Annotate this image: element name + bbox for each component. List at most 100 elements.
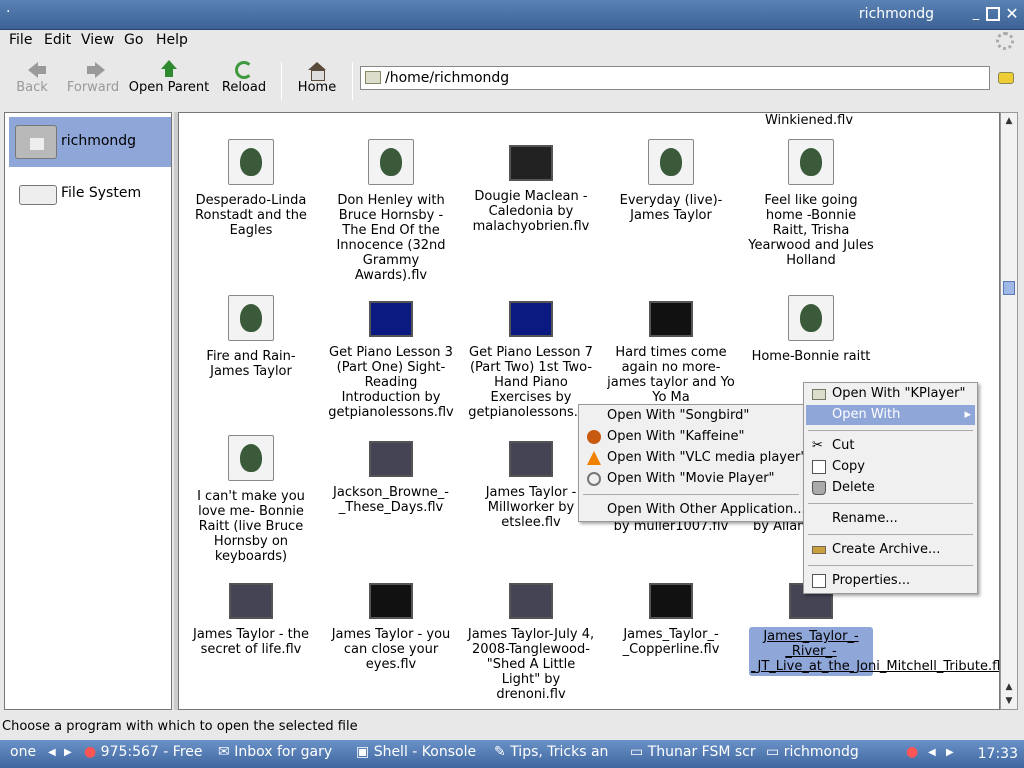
file-item[interactable]: James Taylor - the secret of life.flv: [187, 577, 315, 657]
taskbar-item-label: richmondg: [783, 744, 859, 760]
open-parent-button[interactable]: Open Parent: [128, 60, 210, 95]
status-text: Choose a program with which to open the …: [2, 719, 358, 734]
reload-button[interactable]: Reload: [220, 60, 268, 95]
taskbar-item[interactable]: ● 975:567 - Free: [84, 744, 203, 764]
menu-item-other-application[interactable]: Open With Other Application...: [581, 500, 806, 520]
menu-item-movie-player[interactable]: Open With "Movie Player": [581, 469, 801, 489]
sidebar-item-filesystem[interactable]: File System: [9, 169, 171, 219]
file-item-partial[interactable]: Winkiened.flv: [745, 113, 873, 128]
menu-item-label: Cut: [832, 438, 855, 453]
menu-item-properties[interactable]: Properties...: [806, 571, 975, 591]
mail-icon: ✉: [218, 744, 230, 760]
kaffeine-icon: [587, 430, 601, 444]
menu-item-cut[interactable]: ✂ Cut: [806, 436, 975, 456]
file-item[interactable]: I can't make you love me- Bonnie Raitt (…: [187, 435, 315, 564]
terminal-icon: ▣: [356, 744, 370, 760]
menu-item-copy[interactable]: Copy: [806, 457, 975, 477]
taskbar-item[interactable]: ▣ Shell - Konsole: [356, 744, 476, 764]
file-name: Home-Bonnie raitt: [751, 349, 871, 364]
file-item[interactable]: Home-Bonnie raitt: [747, 295, 875, 364]
file-item[interactable]: Get Piano Lesson 7 (Part Two) 1st Two-Ha…: [467, 295, 595, 420]
file-item[interactable]: James Taylor - you can close your eyes.f…: [327, 577, 455, 672]
clock[interactable]: 17:33: [978, 746, 1018, 762]
menu-item-label: Open With "VLC media player": [607, 450, 807, 465]
tray-app-icon[interactable]: ●: [906, 744, 918, 764]
file-item[interactable]: Jackson_Browne_-_These_Days.flv: [327, 435, 455, 515]
sidebar-item-home[interactable]: richmondg: [9, 117, 171, 167]
menu-separator: [583, 494, 799, 495]
file-name: Jackson_Browne_-_These_Days.flv: [333, 485, 449, 515]
file-name: Feel like going home -Bonnie Raitt, Tris…: [748, 193, 874, 268]
file-name: Get Piano Lesson 3 (Part One) Sight-Read…: [328, 345, 454, 420]
status-bar: Choose a program with which to open the …: [0, 716, 1024, 738]
file-name: James Taylor - Millworker by etslee.flv: [485, 485, 577, 530]
gnome-foot-icon: [228, 435, 274, 481]
pager-prev-icon[interactable]: ◀: [48, 747, 56, 767]
file-name: Fire and Rain-James Taylor: [206, 349, 296, 379]
menu-view[interactable]: View: [81, 32, 114, 48]
vertical-scrollbar[interactable]: ▲ ▲ ▼: [1000, 112, 1018, 710]
taskbar-item-label: 975:567 - Free: [100, 744, 203, 760]
menu-item-label: Open With "Movie Player": [607, 471, 775, 486]
menu-item-delete[interactable]: Delete: [806, 478, 975, 498]
file-item[interactable]: Everyday (live)-James Taylor: [607, 139, 735, 223]
file-name: James Taylor - you can close your eyes.f…: [331, 627, 451, 672]
open-with-submenu: Open With "Songbird" Open With "Kaffeine…: [578, 404, 806, 522]
menu-edit[interactable]: Edit: [44, 32, 71, 48]
menu-item-label: Open With: [832, 407, 901, 422]
menu-item-kaffeine[interactable]: Open With "Kaffeine": [581, 427, 801, 447]
file-name: James Taylor-July 4, 2008-Tanglewood-"Sh…: [467, 627, 595, 702]
folder-icon: [365, 71, 381, 84]
go-location-icon[interactable]: [998, 72, 1014, 84]
file-item[interactable]: Don Henley with Bruce Hornsby - The End …: [327, 139, 455, 283]
menu-item-vlc[interactable]: Open With "VLC media player": [581, 448, 806, 468]
menu-help[interactable]: Help: [156, 32, 188, 48]
maximize-icon[interactable]: [986, 7, 1000, 21]
window-titlebar[interactable]: · richmondg _ ✕: [0, 0, 1024, 30]
taskbar-item-label: Thunar FSM scr: [647, 744, 756, 760]
vlc-cone-icon: [587, 451, 601, 465]
menu-item-songbird[interactable]: Open With "Songbird": [581, 406, 801, 426]
file-item[interactable]: James_Taylor_-_Copperline.flv: [607, 577, 735, 657]
menu-file[interactable]: File: [9, 32, 32, 48]
file-item[interactable]: James Taylor-July 4, 2008-Tanglewood-"Sh…: [467, 577, 595, 702]
taskbar: one ◀ ▶ ● 975:567 - Free ✉ Inbox for gar…: [0, 740, 1024, 768]
file-item[interactable]: Dougie Maclean - Caledonia by malachyobr…: [467, 139, 595, 234]
scroll-up-icon[interactable]: ▲: [1003, 115, 1015, 127]
file-item[interactable]: Desperado-Linda Ronstadt and the Eagles: [187, 139, 315, 238]
forward-button[interactable]: Forward: [66, 60, 120, 95]
menu-item-rename[interactable]: Rename...: [806, 509, 975, 529]
location-input[interactable]: /home/richmondg: [360, 66, 990, 90]
file-item[interactable]: James Taylor - Millworker by etslee.flv: [467, 435, 595, 530]
taskbar-item[interactable]: ✉ Inbox for gary: [218, 744, 332, 764]
pager-next-icon[interactable]: ▶: [64, 747, 72, 767]
open-parent-label: Open Parent: [128, 80, 210, 95]
file-name: Hard times come again no more-james tayl…: [607, 345, 735, 405]
scrollbar-thumb[interactable]: [1003, 281, 1015, 295]
movie-player-icon: [587, 472, 601, 486]
home-button[interactable]: Home: [296, 60, 338, 95]
menu-separator: [808, 430, 973, 431]
menu-item-open-with[interactable]: Open With ▸: [806, 405, 975, 425]
tray-prev-icon[interactable]: ◀: [928, 747, 936, 767]
menu-go[interactable]: Go: [124, 32, 143, 48]
close-icon[interactable]: ✕: [1004, 6, 1020, 22]
scroll-down-icon[interactable]: ▼: [1003, 695, 1015, 707]
file-item[interactable]: Get Piano Lesson 3 (Part One) Sight-Read…: [327, 295, 455, 420]
taskbar-item-active[interactable]: ▭ richmondg: [766, 744, 859, 764]
window-menu-icon[interactable]: ·: [6, 4, 10, 20]
desktop-pager[interactable]: one: [10, 744, 36, 764]
taskbar-item[interactable]: ▭ Thunar FSM scr: [630, 744, 756, 764]
file-item[interactable]: Feel like going home -Bonnie Raitt, Tris…: [747, 139, 875, 268]
taskbar-item[interactable]: ✎ Tips, Tricks an: [494, 744, 608, 764]
document-icon: ✎: [494, 744, 506, 760]
menu-item-open-with-kplayer[interactable]: Open With "KPlayer": [806, 384, 975, 404]
minimize-icon[interactable]: _: [968, 6, 984, 22]
file-item[interactable]: Hard times come again no more-james tayl…: [607, 295, 735, 407]
tray-next-icon[interactable]: ▶: [946, 747, 954, 767]
menu-item-create-archive[interactable]: Create Archive...: [806, 540, 975, 560]
back-button[interactable]: Back: [14, 60, 50, 95]
file-item[interactable]: Fire and Rain-James Taylor: [187, 295, 315, 379]
activity-spinner-icon: [996, 32, 1014, 50]
scroll-up-icon[interactable]: ▲: [1003, 681, 1015, 693]
